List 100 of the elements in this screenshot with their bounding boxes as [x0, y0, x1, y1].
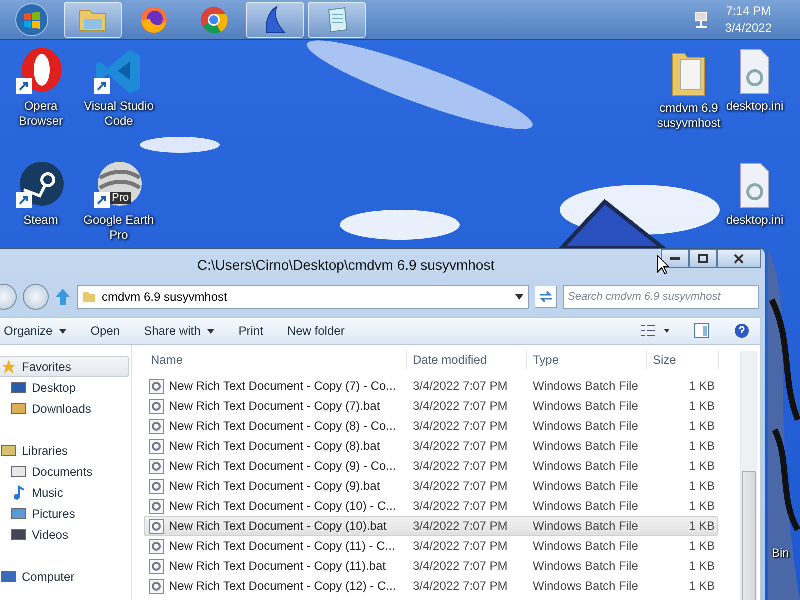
gear-file-icon — [149, 538, 164, 554]
address-bar[interactable]: cmdvm 6.9 susyvmhost — [77, 284, 529, 308]
star-icon — [1, 358, 17, 374]
file-row[interactable]: New Rich Text Document - Copy (10) - C... 3/4/2022 7:07 PM Windows Batch File 1 KB — [144, 496, 718, 516]
file-row[interactable]: New Rich Text Document - Copy (11) - C... 3/4/2022 7:07 PM Windows Batch File 1 KB — [144, 536, 718, 556]
scrollbar-thumb[interactable] — [742, 471, 756, 600]
type-cell-text: Windows Batch File — [532, 479, 640, 493]
caret-icon — [206, 328, 215, 334]
gear-file-icon — [149, 558, 164, 574]
desktop-icon-label[interactable]: Bin — [772, 546, 790, 560]
nav-item[interactable]: Computer — [0, 566, 129, 587]
toolbar-button[interactable]: Open — [90, 324, 120, 338]
file-name: New Rich Text Document - Copy (12) - C... — [169, 579, 396, 593]
date-cell-text: 3/4/2022 7:07 PM — [412, 399, 509, 413]
type-cell-text: Windows Batch File — [532, 579, 640, 593]
refresh-icon[interactable] — [535, 286, 557, 308]
desktop-icon-label[interactable]: Google Earth Pro — [80, 213, 158, 243]
type-cell-text: Windows Batch File — [532, 499, 640, 513]
size-cell-text: 1 KB — [688, 499, 716, 513]
search-field[interactable]: Search cmdvm 6.9 susyvmhost — [563, 284, 759, 308]
file-row[interactable]: New Rich Text Document - Copy (8).bat 3/4/2022 7:07 PM Windows Batch File 1 KB — [144, 436, 718, 456]
file-row[interactable]: New Rich Text Document - Copy (7).bat 3/4/2022 7:07 PM Windows Batch File 1 KB — [144, 396, 718, 416]
file-row[interactable]: New Rich Text Document - Copy (8) - Co... 3/4/2022 7:07 PM Windows Batch File 1 KB — [144, 416, 718, 436]
type-cell-text: Windows Batch File — [532, 559, 640, 573]
file-name: New Rich Text Document - Copy (10).bat — [169, 519, 387, 533]
view-options-icon[interactable] — [640, 324, 670, 338]
chrome-icon — [199, 4, 229, 34]
file-row[interactable]: New Rich Text Document - Copy (12) - C... 3/4/2022 7:07 PM Windows Batch File 1 KB — [144, 576, 718, 596]
breadcrumb-item[interactable]: cmdvm 6.9 susyvmhost — [102, 290, 228, 304]
file-name: New Rich Text Document - Copy (7) - Co... — [169, 379, 396, 393]
size-cell-text: 1 KB — [688, 539, 716, 553]
file-name: New Rich Text Document - Copy (11) - C... — [169, 539, 396, 553]
desktop-icon-label[interactable]: desktop.ini — [726, 213, 784, 228]
caret-icon — [58, 328, 67, 334]
pro-badge: Pro — [110, 192, 132, 204]
caret-icon[interactable] — [515, 294, 524, 300]
nav-item[interactable]: Libraries — [0, 440, 129, 461]
file-row[interactable]: New Rich Text Document - Copy (10).bat 3/4/2022 7:07 PM Windows Batch File 1 KB — [144, 516, 718, 536]
file-row[interactable]: New Rich Text Document - Copy (9).bat 3/4/2022 7:07 PM Windows Batch File 1 KB — [144, 476, 718, 496]
folder-icon — [82, 290, 96, 302]
steam-icon — [16, 162, 66, 210]
size-cell-text: 1 KB — [688, 379, 716, 393]
type-cell-text: Windows Batch File — [532, 539, 640, 553]
date-cell-text: 3/4/2022 7:07 PM — [412, 439, 509, 453]
column-header[interactable]: Name — [145, 350, 407, 370]
size-cell-text: 1 KB — [688, 579, 716, 593]
nav-item[interactable]: Favorites — [0, 356, 129, 377]
file-name: New Rich Text Document - Copy (7).bat — [169, 399, 380, 413]
close-button[interactable] — [717, 249, 761, 268]
date-cell-text: 3/4/2022 7:07 PM — [412, 579, 509, 593]
nav-item[interactable]: Music — [0, 482, 129, 503]
size-cell-text: 1 KB — [688, 399, 716, 413]
gear-file-icon — [149, 478, 164, 494]
size-cell-text: 1 KB — [688, 439, 716, 453]
help-icon[interactable] — [734, 323, 750, 339]
file-name: New Rich Text Document - Copy (8) - Co... — [169, 419, 396, 433]
file-row[interactable]: New Rich Text Document - Copy (11).bat 3/4/2022 7:07 PM Windows Batch File 1 KB — [144, 556, 718, 576]
gear-file-icon — [149, 378, 164, 394]
file-name: New Rich Text Document - Copy (9).bat — [169, 479, 380, 493]
toolbar-button[interactable]: Organize — [4, 324, 67, 338]
type-cell-text: Windows Batch File — [532, 419, 640, 433]
nav-item[interactable]: Documents — [0, 461, 129, 482]
nav-item[interactable]: Videos — [0, 524, 129, 545]
column-header[interactable]: Date modified — [407, 350, 527, 370]
close-icon — [734, 254, 744, 264]
column-header[interactable]: Size — [647, 350, 719, 370]
forward-button[interactable] — [23, 284, 49, 310]
desktop-icon-label[interactable]: Steam — [24, 213, 58, 228]
nav-item[interactable]: Desktop — [0, 377, 129, 398]
music-note-icon — [11, 484, 27, 500]
file-name: New Rich Text Document - Copy (10) - C... — [169, 499, 396, 513]
desktop-icon-label[interactable]: cmdvm 6.9 susyvmhost — [650, 101, 728, 131]
preview-pane-icon[interactable] — [694, 323, 710, 339]
minimize-button[interactable] — [661, 249, 689, 268]
toolbar-button[interactable]: Print — [238, 324, 264, 338]
gear-file-icon — [149, 438, 164, 454]
maximize-button[interactable] — [689, 249, 717, 268]
scrollbar[interactable] — [740, 351, 757, 600]
file-name: New Rich Text Document - Copy (8).bat — [169, 439, 380, 453]
file-row[interactable]: New Rich Text Document - Copy (7) - Co... 3/4/2022 7:07 PM Windows Batch File 1 KB — [144, 376, 718, 396]
firefox-icon — [139, 4, 169, 34]
nav-item[interactable]: Downloads — [0, 398, 129, 419]
taskbar-button[interactable] — [246, 2, 304, 38]
desktop-icon-label[interactable]: desktop.ini — [726, 99, 784, 114]
size-cell-text: 1 KB — [688, 459, 716, 473]
date-cell-text: 3/4/2022 7:07 PM — [412, 539, 509, 553]
toolbar-button[interactable]: Share with — [144, 324, 215, 338]
desktop-icon-label[interactable]: Opera Browser — [2, 99, 80, 129]
size-cell-text: 1 KB — [688, 479, 716, 493]
desktop-icon-label[interactable]: Visual Studio Code — [80, 99, 158, 129]
file-name: New Rich Text Document - Copy (9) - Co... — [169, 459, 396, 473]
folder-icon — [1, 442, 17, 458]
date-cell-text: 3/4/2022 7:07 PM — [412, 419, 509, 433]
nav-item[interactable]: Pictures — [0, 503, 129, 524]
toolbar-button[interactable]: New folder — [287, 324, 345, 338]
gear-file-icon — [149, 418, 164, 434]
column-header[interactable]: Type — [527, 350, 647, 370]
size-cell-text: 1 KB — [688, 419, 716, 433]
file-row[interactable]: New Rich Text Document - Copy (9) - Co... 3/4/2022 7:07 PM Windows Batch File 1 KB — [144, 456, 718, 476]
clock[interactable]: 7:14 PM 3/4/2022 — [725, 2, 772, 36]
